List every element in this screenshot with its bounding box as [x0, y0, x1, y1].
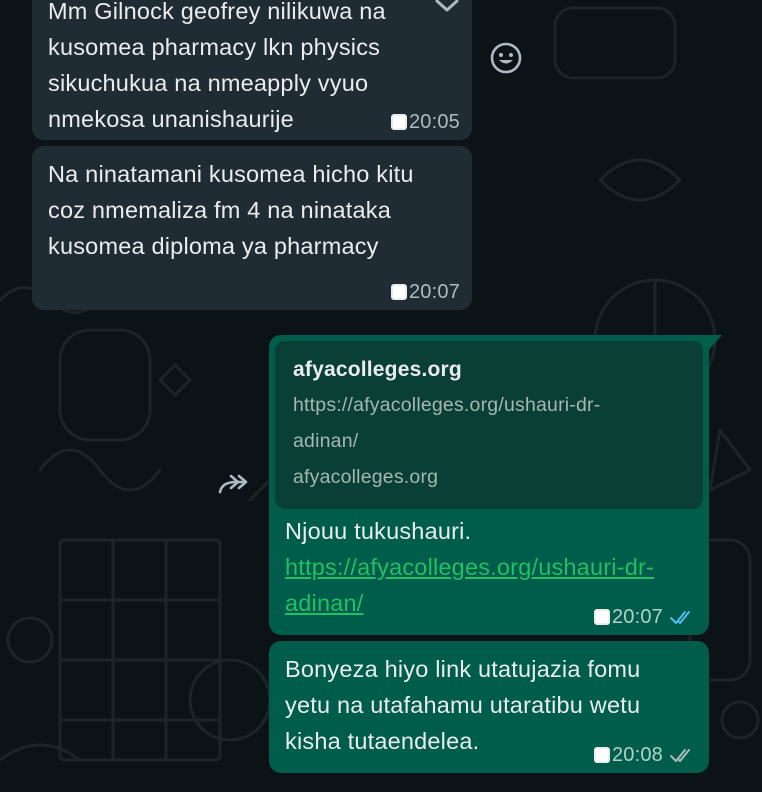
double-check-icon: [670, 749, 690, 762]
message-text-line: Bonyeza hiyo link utatujazia fomu: [285, 656, 641, 682]
select-checkbox[interactable]: [593, 747, 610, 763]
message-meta: 20:07: [390, 280, 460, 304]
message-text-line: Mm Gilnock geofrey nilikuwa na: [48, 0, 386, 24]
link-preview-domain: afyacolleges.org: [293, 466, 439, 488]
chevron-down-icon[interactable]: [434, 0, 460, 14]
link-preview-card[interactable]: afyacolleges.org https://afyacolleges.or…: [275, 341, 703, 509]
message-text-line: coz nmemaliza fm 4 na ninataka: [48, 197, 391, 223]
incoming-message[interactable]: Na ninatamani kusomea hicho kitu coz nme…: [32, 146, 472, 310]
link-preview-url-line: https://afyacolleges.org/ushauri-dr-: [293, 394, 601, 416]
emoji-icon[interactable]: [489, 41, 523, 75]
link-preview-title: afyacolleges.org: [293, 358, 462, 381]
incoming-message[interactable]: Mm Gilnock geofrey nilikuwa na kusomea p…: [32, 0, 472, 140]
message-link[interactable]: https://afyacolleges.org/ushauri-dr-: [285, 549, 693, 585]
message-time: 20:07: [408, 281, 460, 303]
select-checkbox[interactable]: [390, 114, 407, 130]
message-meta: 20:07: [593, 605, 697, 629]
message-text-line: Njouu tukushauri.: [285, 518, 472, 544]
select-checkbox[interactable]: [593, 609, 610, 625]
link-preview-url-line: adinan/: [293, 430, 359, 452]
message-text-line: sikuchukua na nmeapply vyuo: [48, 70, 369, 96]
bubble-tail: [708, 335, 722, 351]
outgoing-message[interactable]: afyacolleges.org https://afyacolleges.or…: [269, 335, 722, 635]
message-meta: 20:05: [390, 110, 460, 134]
message-text-line: kusomea pharmacy lkn physics: [48, 34, 381, 60]
message-meta: 20:08: [593, 743, 697, 767]
message-time: 20:07: [611, 606, 663, 628]
message-text-line: Na ninatamani kusomea hicho kitu: [48, 161, 414, 187]
forward-icon[interactable]: [217, 472, 251, 496]
message-text-line: yetu na utafahamu utaratibu wetu: [285, 692, 641, 718]
outgoing-message[interactable]: Bonyeza hiyo link utatujazia fomu yetu n…: [269, 641, 709, 773]
message-text-line: kusomea diploma ya pharmacy: [48, 233, 379, 259]
message-time: 20:05: [408, 111, 460, 133]
message-time: 20:08: [611, 744, 663, 766]
select-checkbox[interactable]: [390, 284, 407, 300]
double-check-icon: [670, 611, 690, 624]
